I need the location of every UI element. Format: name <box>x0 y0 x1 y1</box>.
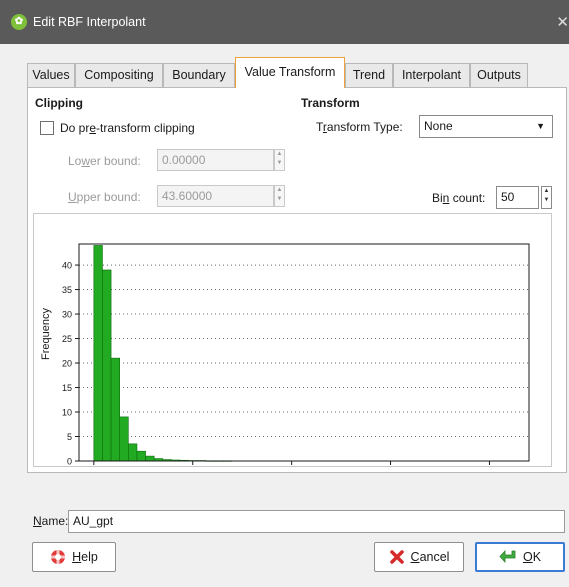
tab-interpolant[interactable]: Interpolant <box>393 63 470 87</box>
lower-bound-label: Lower bound: <box>68 154 141 168</box>
chart-axes <box>78 243 530 462</box>
tab-values[interactable]: Values <box>27 63 75 87</box>
tab-boundary[interactable]: Boundary <box>163 63 235 87</box>
close-icon[interactable]: ✕ <box>556 13 569 31</box>
bin-count-field[interactable]: 50 <box>496 186 539 209</box>
histogram-bar-1 <box>102 269 112 462</box>
ok-label: OK <box>522 550 542 564</box>
tab-outputs[interactable]: Outputs <box>470 63 528 87</box>
transform-type-select[interactable]: None ▼ <box>419 115 553 138</box>
histogram-bar-2 <box>110 357 121 462</box>
window-titlebar: ✿ Edit RBF Interpolant ✕ <box>0 0 569 44</box>
y-tick-label-20: 20 <box>62 359 72 369</box>
tab-value-transform[interactable]: Value Transform <box>235 57 345 88</box>
y-tick-label-10: 10 <box>62 408 72 418</box>
chevron-down-icon: ▼ <box>536 121 545 131</box>
transform-heading: Transform <box>301 96 360 110</box>
pre-transform-clipping-checkbox[interactable] <box>40 121 54 135</box>
green-arrow-icon <box>499 549 516 564</box>
lower-bound-spinner[interactable]: ▲ ▼ <box>274 149 285 171</box>
window-title: Edit RBF Interpolant <box>33 15 146 29</box>
help-label: Help <box>72 550 98 564</box>
red-x-icon <box>389 550 404 564</box>
x-ticks <box>93 461 490 465</box>
histogram-bar-0 <box>93 245 103 462</box>
bin-count-label: Bin count: <box>432 191 486 205</box>
histogram-chart: 0 5 10 15 20 25 30 35 40 Frequency <box>40 243 530 467</box>
clipping-heading: Clipping <box>35 96 83 110</box>
pre-transform-clipping-label: Do pre-transform clipping <box>60 121 195 135</box>
name-field[interactable]: AU_gpt <box>68 510 565 533</box>
histogram-bar-4 <box>128 443 138 462</box>
bin-count-spinner[interactable]: ▲ ▼ <box>541 186 552 209</box>
help-button[interactable]: Help <box>32 542 116 572</box>
y-tick-label-40: 40 <box>62 261 72 271</box>
chart-grid <box>79 264 529 438</box>
upper-bound-field[interactable]: 43.60000 <box>157 185 274 207</box>
y-tick-label-35: 35 <box>62 285 72 295</box>
y-ticks: 0 5 10 15 20 25 30 35 40 <box>62 261 79 467</box>
y-tick-label-25: 25 <box>62 334 72 344</box>
plot-frame <box>78 243 530 462</box>
transform-type-label: Transform Type: <box>316 120 403 134</box>
y-axis-label: Frequency <box>40 308 52 360</box>
lifebuoy-icon <box>51 550 66 564</box>
histogram-bar-6 <box>145 455 155 462</box>
app-icon: ✿ <box>11 14 27 30</box>
cancel-label: Cancel <box>410 550 450 564</box>
y-tick-label-0: 0 <box>67 457 72 467</box>
tab-trend[interactable]: Trend <box>345 63 393 87</box>
upper-bound-spinner[interactable]: ▲ ▼ <box>274 185 285 207</box>
y-tick-label-15: 15 <box>62 383 72 393</box>
histogram-container: 0 5 10 15 20 25 30 35 40 Frequency <box>33 213 552 467</box>
lower-bound-field[interactable]: 0.00000 <box>157 149 274 171</box>
y-tick-label-5: 5 <box>67 432 72 442</box>
upper-bound-label: Upper bound: <box>68 190 141 204</box>
name-label: Name: <box>33 514 69 528</box>
y-tick-label-30: 30 <box>62 310 72 320</box>
chart-bars <box>93 245 233 462</box>
histogram-bar-5 <box>136 450 146 462</box>
ok-button[interactable]: OK <box>475 542 565 572</box>
histogram-bar-3 <box>119 416 129 462</box>
cancel-button[interactable]: Cancel <box>374 542 464 572</box>
tab-compositing[interactable]: Compositing <box>75 63 163 87</box>
